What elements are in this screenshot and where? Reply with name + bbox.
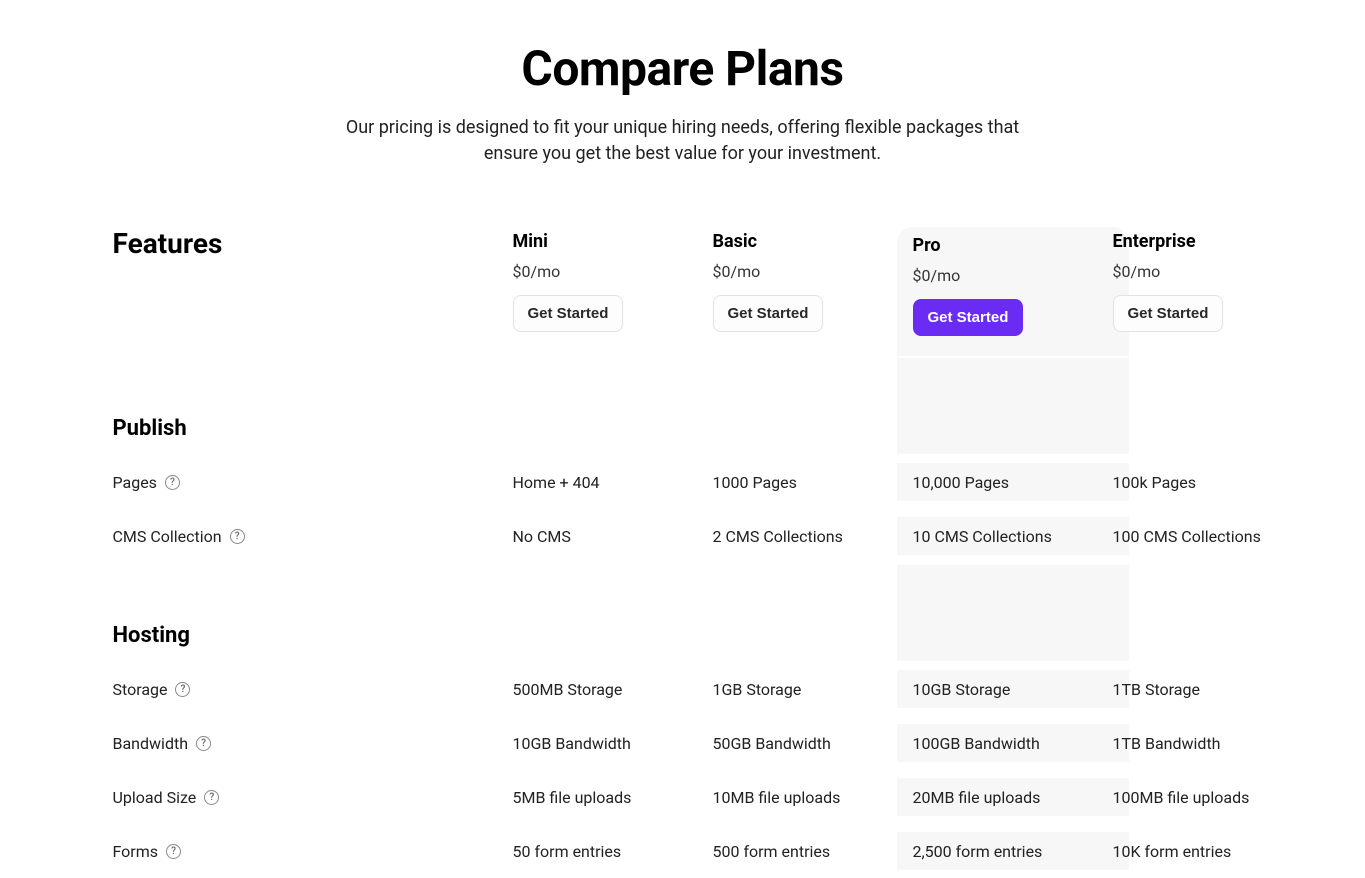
feature-cell: 100 CMS Collections	[1113, 527, 1313, 546]
section-heading: Hosting	[113, 563, 513, 662]
features-heading: Features	[113, 227, 513, 260]
help-icon[interactable]	[175, 682, 190, 697]
feature-label: Forms	[113, 842, 159, 861]
plan-column-enterprise: Enterprise $0/mo Get Started	[1113, 227, 1313, 332]
feature-label: Storage	[113, 680, 168, 699]
feature-cell: 1TB Storage	[1113, 680, 1313, 699]
feature-cell: 100GB Bandwidth	[897, 724, 1129, 762]
section-row-publish: Publish	[113, 356, 1253, 455]
help-icon[interactable]	[166, 844, 181, 859]
feature-cell: 20MB file uploads	[897, 778, 1129, 816]
feature-cell: 10,000 Pages	[897, 463, 1129, 501]
plan-name: Basic	[713, 227, 913, 252]
feature-cell: 10K form entries	[1113, 842, 1313, 861]
get-started-button-basic[interactable]: Get Started	[713, 295, 824, 332]
plan-column-pro: Pro $0/mo Get Started	[897, 227, 1129, 356]
page-subtitle: Our pricing is designed to fit your uniq…	[333, 115, 1033, 167]
feature-row-forms: Forms 50 form entries 500 form entries 2…	[113, 824, 1253, 878]
feature-row-bandwidth: Bandwidth 10GB Bandwidth 50GB Bandwidth …	[113, 716, 1253, 770]
feature-cell: 500MB Storage	[513, 680, 713, 699]
help-icon[interactable]	[230, 529, 245, 544]
feature-label: CMS Collection	[113, 527, 222, 546]
feature-cell: No CMS	[513, 527, 713, 546]
help-icon[interactable]	[196, 736, 211, 751]
feature-label: Upload Size	[113, 788, 197, 807]
feature-cell: 50GB Bandwidth	[713, 734, 913, 753]
feature-cell: 5MB file uploads	[513, 788, 713, 807]
feature-cell: 1GB Storage	[713, 680, 913, 699]
feature-label: Pages	[113, 473, 157, 492]
feature-cell: 10MB file uploads	[713, 788, 913, 807]
plan-price: $0/mo	[913, 266, 1113, 285]
plan-price: $0/mo	[713, 262, 913, 281]
feature-cell: 1TB Bandwidth	[1113, 734, 1313, 753]
plan-price: $0/mo	[1113, 262, 1313, 281]
help-icon[interactable]	[165, 475, 180, 490]
feature-row-pages: Pages Home + 404 1000 Pages 10,000 Pages…	[113, 455, 1253, 509]
feature-cell: 100k Pages	[1113, 473, 1313, 492]
plan-column-mini: Mini $0/mo Get Started	[513, 227, 713, 332]
section-row-hosting: Hosting	[113, 563, 1253, 662]
get-started-button-mini[interactable]: Get Started	[513, 295, 624, 332]
page-title: Compare Plans	[113, 40, 1253, 97]
get-started-button-pro[interactable]: Get Started	[913, 299, 1024, 336]
plan-name: Pro	[913, 231, 1113, 256]
section-heading: Publish	[113, 356, 513, 455]
feature-cell: 2 CMS Collections	[713, 527, 913, 546]
page-header: Compare Plans Our pricing is designed to…	[113, 0, 1253, 227]
help-icon[interactable]	[204, 790, 219, 805]
feature-cell: 10GB Bandwidth	[513, 734, 713, 753]
feature-row-upload-size: Upload Size 5MB file uploads 10MB file u…	[113, 770, 1253, 824]
plan-column-basic: Basic $0/mo Get Started	[713, 227, 913, 332]
plan-name: Enterprise	[1113, 227, 1313, 252]
feature-cell: 10GB Storage	[897, 670, 1129, 708]
plan-name: Mini	[513, 227, 713, 252]
plan-header-row: Features Mini $0/mo Get Started Basic $0…	[113, 227, 1253, 356]
feature-cell: 50 form entries	[513, 842, 713, 861]
feature-label: Bandwidth	[113, 734, 189, 753]
feature-cell: 10 CMS Collections	[897, 517, 1129, 555]
feature-row-storage: Storage 500MB Storage 1GB Storage 10GB S…	[113, 662, 1253, 716]
feature-row-cms: CMS Collection No CMS 2 CMS Collections …	[113, 509, 1253, 563]
feature-cell: 2,500 form entries	[897, 832, 1129, 870]
feature-cell: Home + 404	[513, 473, 713, 492]
plan-price: $0/mo	[513, 262, 713, 281]
feature-cell: 100MB file uploads	[1113, 788, 1313, 807]
feature-cell: 500 form entries	[713, 842, 913, 861]
get-started-button-enterprise[interactable]: Get Started	[1113, 295, 1224, 332]
feature-cell: 1000 Pages	[713, 473, 913, 492]
